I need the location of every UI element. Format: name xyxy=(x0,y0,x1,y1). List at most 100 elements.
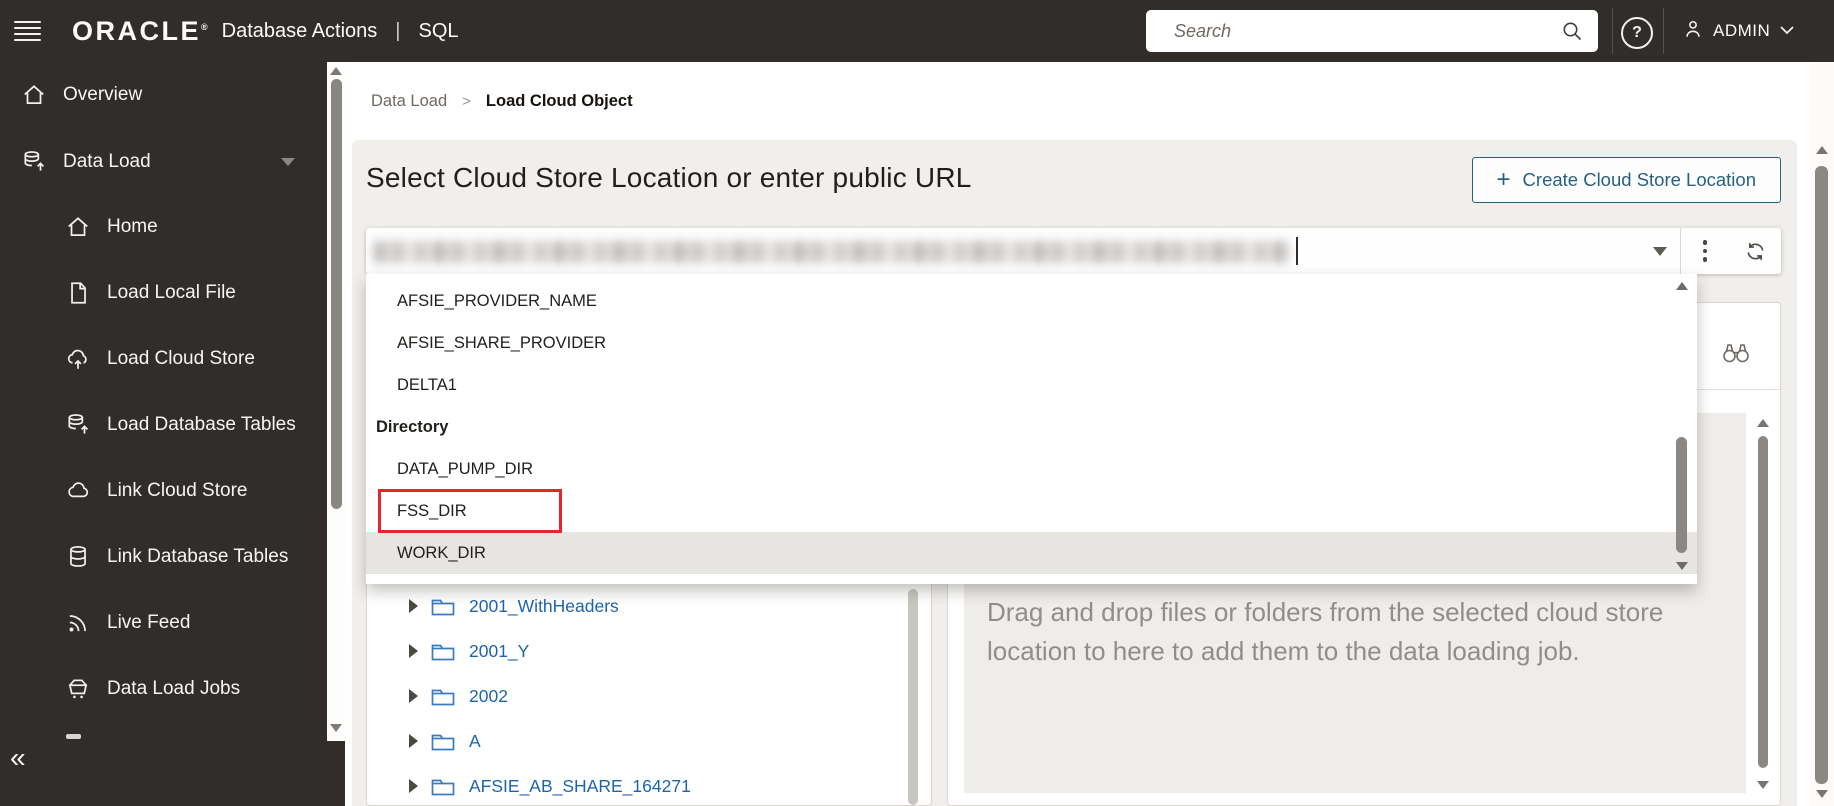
sidebar-item-data-load-jobs[interactable]: Data Load Jobs xyxy=(64,675,240,703)
cart-icon xyxy=(64,676,91,702)
breadcrumb-separator: > xyxy=(462,93,471,110)
expand-triangle-icon[interactable] xyxy=(409,644,418,658)
sidebar-item-data-load[interactable]: Data Load xyxy=(20,148,151,176)
red-annotation-box xyxy=(378,489,562,533)
context-name: SQL xyxy=(418,19,459,42)
breadcrumb-current-page: Load Cloud Object xyxy=(485,92,633,110)
sidebar-item-link-cloud-store[interactable]: Link Cloud Store xyxy=(64,477,247,505)
combobox-dropdown-button[interactable] xyxy=(1640,246,1680,256)
sidebar-item-load-database-tables[interactable]: Load Database Tables xyxy=(64,411,296,439)
live-feed-icon xyxy=(64,610,91,636)
dropdown-scrollbar xyxy=(1673,274,1691,584)
binoculars-icon[interactable] xyxy=(1720,339,1752,365)
tree-row-a[interactable]: A xyxy=(367,719,931,763)
dropdown-item-delta1[interactable]: DELTA1 xyxy=(366,364,1697,406)
dropdown-scrollbar-thumb[interactable] xyxy=(1676,437,1687,553)
chevron-down-icon xyxy=(1779,22,1795,40)
topbar-divider xyxy=(1663,8,1664,54)
drop-zone-scrollbar xyxy=(1754,415,1772,795)
dropdown-item-work-dir[interactable]: WORK_DIR xyxy=(366,532,1697,574)
oracle-logo: ORACLE® xyxy=(72,15,208,46)
user-menu[interactable]: ADMIN xyxy=(1682,0,1795,62)
folder-icon xyxy=(431,597,455,616)
create-button-label: Create Cloud Store Location xyxy=(1522,169,1756,190)
scroll-up-arrow-icon[interactable] xyxy=(1757,419,1769,427)
tree-row-2001-y[interactable]: 2001_Y xyxy=(367,629,931,673)
scroll-down-arrow-icon[interactable] xyxy=(1676,562,1688,570)
user-icon xyxy=(1682,18,1704,45)
page-title: Select Cloud Store Location or enter pub… xyxy=(366,162,972,193)
dropdown-group-directory: Directory xyxy=(376,417,449,436)
expand-triangle-icon[interactable] xyxy=(409,734,418,748)
drop-zone-scrollbar-thumb[interactable] xyxy=(1758,436,1768,768)
tree-row-afsie-ab-share[interactable]: AFSIE_AB_SHARE_164271 xyxy=(367,764,931,806)
product-separator: | xyxy=(395,19,401,42)
data-load-collapse-chevron-icon[interactable] xyxy=(281,158,295,166)
tree-scrollbar xyxy=(905,585,921,805)
sidebar-item-load-local-file[interactable]: Load Local File xyxy=(64,279,236,307)
sidebar-item-partial xyxy=(66,734,81,739)
topbar-divider xyxy=(1612,8,1613,54)
user-name: ADMIN xyxy=(1713,21,1771,40)
expand-triangle-icon[interactable] xyxy=(409,779,418,793)
breadcrumb-data-load-link[interactable]: Data Load xyxy=(371,92,447,111)
help-button[interactable]: ? xyxy=(1621,17,1653,49)
cloud-store-location-combobox[interactable] xyxy=(366,228,1781,274)
more-options-button[interactable] xyxy=(1681,240,1729,262)
cloud-store-location-dropdown: AFSIE_PROVIDER_NAME AFSIE_SHARE_PROVIDER… xyxy=(366,274,1697,584)
scroll-up-arrow-icon[interactable] xyxy=(330,67,342,75)
dropdown-item-afsie-provider-name[interactable]: AFSIE_PROVIDER_NAME xyxy=(366,280,1697,322)
sidebar-item-live-feed[interactable]: Live Feed xyxy=(64,609,190,637)
scroll-down-arrow-icon[interactable] xyxy=(1757,781,1769,789)
sidebar-item-overview[interactable]: Overview xyxy=(20,81,142,109)
scroll-down-arrow-icon[interactable] xyxy=(1816,790,1828,798)
app-window: ORACLE® Database Actions | SQL ? ADMIN xyxy=(0,0,1834,806)
scroll-down-arrow-icon[interactable] xyxy=(330,724,342,732)
combobox-obscured-value xyxy=(374,241,1290,263)
page-scrollbar-thumb[interactable] xyxy=(1815,166,1828,784)
sidebar-item-link-database-tables[interactable]: Link Database Tables xyxy=(64,543,288,571)
tree-scrollbar-thumb[interactable] xyxy=(908,589,918,805)
folder-icon xyxy=(431,687,455,706)
expand-triangle-icon[interactable] xyxy=(409,599,418,613)
plus-icon: + xyxy=(1496,166,1511,193)
sidebar-scrollbar-thumb[interactable] xyxy=(330,79,342,509)
search-box[interactable] xyxy=(1146,10,1598,52)
search-input[interactable] xyxy=(1172,19,1560,43)
scroll-up-arrow-icon[interactable] xyxy=(1816,146,1828,154)
dropdown-arrow-icon xyxy=(1653,246,1667,256)
drag-drop-message: Drag and drop files or folders from the … xyxy=(987,597,1664,666)
help-icon: ? xyxy=(1632,24,1642,41)
create-cloud-store-location-button[interactable]: + Create Cloud Store Location xyxy=(1471,157,1781,203)
sidebar-collapse-button[interactable]: « xyxy=(10,744,26,772)
scroll-up-arrow-icon[interactable] xyxy=(1676,282,1688,290)
dropdown-item-data-pump-dir[interactable]: DATA_PUMP_DIR xyxy=(366,448,1697,490)
home-icon xyxy=(64,214,91,240)
dropdown-item-fss-dir[interactable]: FSS_DIR xyxy=(366,490,1697,532)
sidebar-nav: Overview Data Load Home Load Local File xyxy=(0,62,345,806)
brand-row: ORACLE® Database Actions | SQL xyxy=(72,0,459,62)
cloud-upload-icon xyxy=(64,346,91,372)
database-upload-icon xyxy=(64,412,91,438)
product-name: Database Actions xyxy=(221,19,378,42)
cloud-icon xyxy=(64,478,91,504)
tree-row-2001-withheaders[interactable]: 2001_WithHeaders xyxy=(367,584,931,628)
refresh-button[interactable] xyxy=(1729,240,1781,263)
top-bar: ORACLE® Database Actions | SQL ? ADMIN xyxy=(0,0,1834,62)
sidebar-item-home[interactable]: Home xyxy=(64,213,158,241)
database-upload-icon xyxy=(20,149,47,175)
expand-triangle-icon[interactable] xyxy=(409,689,418,703)
folder-icon xyxy=(431,777,455,796)
file-icon xyxy=(64,280,91,306)
breadcrumb: Data Load > Load Cloud Object xyxy=(371,92,633,111)
home-icon xyxy=(20,82,47,108)
folder-icon xyxy=(431,642,455,661)
text-caret xyxy=(1296,237,1298,265)
tree-row-2002[interactable]: 2002 xyxy=(367,674,931,718)
sidebar-scrollbar xyxy=(327,62,345,741)
search-icon xyxy=(1560,19,1584,43)
database-icon xyxy=(64,544,91,570)
dropdown-item-afsie-share-provider[interactable]: AFSIE_SHARE_PROVIDER xyxy=(366,322,1697,364)
sidebar-item-load-cloud-store[interactable]: Load Cloud Store xyxy=(64,345,255,373)
hamburger-menu-icon[interactable] xyxy=(14,21,41,41)
